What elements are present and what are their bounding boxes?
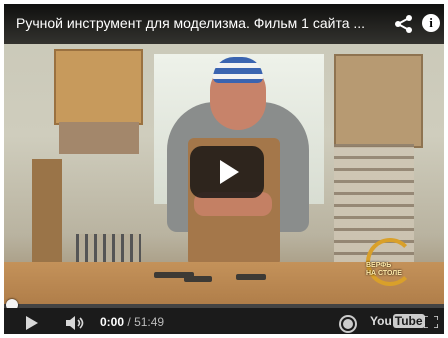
time-separator: / [127, 315, 131, 329]
time-display: 0:00 / 51:49 [100, 315, 164, 329]
scene-shelf [54, 49, 143, 125]
logo-text-line1: ВЕРФЬ [366, 262, 392, 269]
video-player[interactable]: ВЕРФЬ НА СТОЛЕ Ручной инструмент для мод… [4, 4, 444, 334]
youtube-logo-tube: Tube [392, 314, 425, 328]
logo-text-line2: НА СТОЛЕ [366, 270, 402, 277]
share-icon[interactable] [394, 14, 414, 34]
current-time: 0:00 [100, 315, 125, 329]
control-bar: 0:00 / 51:49 You Tube [4, 308, 444, 334]
big-play-button[interactable] [190, 146, 264, 198]
youtube-logo-you: You [370, 314, 392, 328]
logo-text: ВЕРФЬ НА СТОЛЕ [366, 262, 422, 278]
play-icon [220, 160, 239, 184]
channel-logo: ВЕРФЬ НА СТОЛЕ [364, 236, 416, 286]
duration: 51:49 [134, 315, 165, 329]
scene-tool-rack [59, 122, 139, 154]
gear-icon[interactable] [341, 317, 355, 331]
tool [236, 274, 266, 280]
youtube-logo[interactable]: You Tube [370, 314, 425, 330]
scene-cabinet [334, 54, 423, 148]
tool [184, 276, 212, 282]
presenter-cap [213, 57, 263, 83]
play-icon[interactable] [26, 316, 38, 330]
title-bar: Ручной инструмент для моделизма. Фильм 1… [4, 4, 444, 44]
fullscreen-icon[interactable] [424, 316, 438, 328]
volume-icon[interactable] [66, 316, 88, 330]
video-title[interactable]: Ручной инструмент для моделизма. Фильм 1… [16, 15, 376, 31]
info-icon[interactable]: i [422, 14, 440, 32]
